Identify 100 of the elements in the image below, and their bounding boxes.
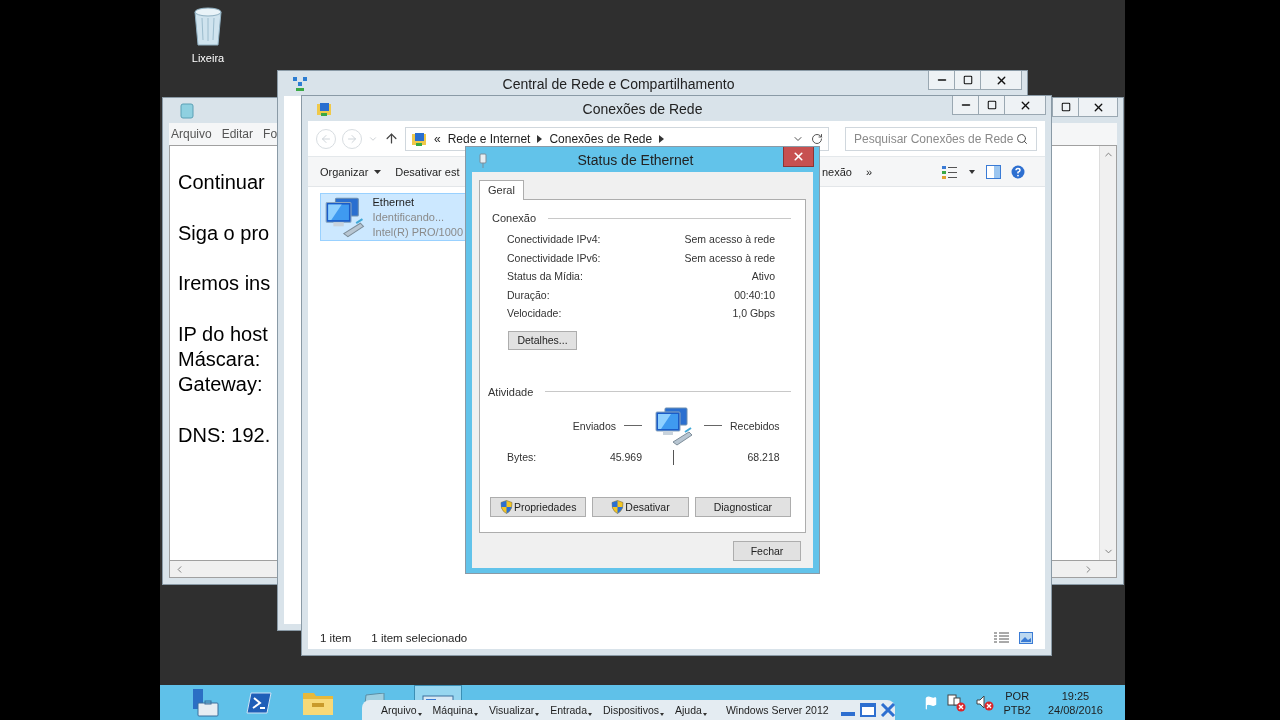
tab[interactable]: Geral (479, 180, 524, 200)
info-value: Ativo (751, 270, 775, 283)
menu-item[interactable]: Fo (263, 127, 278, 141)
network-error-icon[interactable] (947, 693, 968, 712)
caret-right-icon (537, 134, 543, 143)
minimize-button[interactable] (952, 96, 979, 115)
text-line: Continuar (178, 170, 265, 195)
window-title: Conexões de Rede (581, 100, 704, 117)
sent-label: Enviados (572, 419, 616, 432)
shield-icon (611, 499, 625, 514)
vm-menu-item[interactable]: Visualizar (488, 704, 540, 716)
menu-item[interactable]: Editar (221, 127, 254, 141)
close-dialog-button[interactable]: Fechar (733, 541, 801, 561)
maximize-button[interactable] (954, 71, 981, 90)
network-computers-icon (653, 405, 693, 446)
shield-icon (499, 499, 513, 514)
up-button[interactable] (384, 131, 399, 146)
details-button[interactable]: Detalhes... (508, 330, 577, 350)
plug-icon (478, 151, 488, 168)
text-line: Iremos ins (178, 271, 271, 297)
back-arrow-icon (320, 132, 332, 145)
received-label: Recebidos (730, 419, 780, 432)
breadcrumb-overflow[interactable]: « (434, 131, 441, 146)
caret-down-icon (374, 169, 382, 174)
help-icon[interactable] (1011, 164, 1025, 179)
close-button[interactable] (980, 71, 1022, 90)
preview-pane-icon[interactable] (986, 164, 1001, 179)
refresh-icon[interactable] (811, 132, 823, 145)
caret-right-icon (659, 134, 665, 143)
caret-down-icon (473, 713, 478, 716)
bytes-sent: 45.969 (609, 451, 642, 463)
info-label: Duração: (507, 288, 550, 301)
minimize-button[interactable] (928, 71, 955, 90)
speaker-muted-icon[interactable] (976, 694, 995, 711)
notepad-icon (179, 102, 195, 119)
info-value: 00:40:10 (734, 288, 775, 301)
search-field[interactable]: Pesquisar Conexões de Rede (845, 126, 1037, 151)
maximize-icon (962, 75, 973, 85)
recycle-bin-icon[interactable] (191, 4, 225, 46)
item-count: 1 item (320, 632, 352, 644)
breadcrumb-item[interactable]: Rede e Internet (447, 131, 531, 146)
info-value: Sem acesso à rede (684, 251, 775, 264)
clock[interactable]: 19:25 24/08/2016 (1047, 688, 1103, 717)
info-label: Velocidade: (507, 307, 562, 320)
maximize-icon (1060, 102, 1071, 112)
action-button[interactable]: Diagnosticar (694, 496, 791, 517)
vm-menu-item[interactable]: Dispositivos (603, 704, 665, 716)
close-icon[interactable] (879, 703, 896, 717)
group-heading: Conexão (492, 212, 537, 224)
breadcrumb-item[interactable]: Conexões de Rede (549, 131, 653, 146)
vm-menu-item[interactable]: Ajuda (675, 704, 707, 716)
action-button[interactable]: Propriedades (490, 496, 587, 517)
close-button[interactable] (1004, 96, 1046, 115)
language-indicator[interactable]: POR PTB2 (1003, 688, 1031, 717)
vm-menu-item[interactable]: Arquivo (381, 704, 422, 716)
connection-name: Ethernet (372, 194, 416, 210)
text-line: IP do host (178, 321, 268, 347)
view-options-icon[interactable] (942, 164, 976, 179)
info-label: Conectividade IPv4: (507, 233, 601, 246)
search-icon (1016, 132, 1028, 145)
info-value: 1,0 Gbps (732, 307, 775, 320)
text-line: Siga o pro (178, 220, 270, 246)
vm-name: Windows Server 2012 (725, 704, 829, 716)
desktop-icon-label: Lixeira (191, 52, 225, 64)
command-button[interactable]: Organizar (320, 165, 382, 178)
close-icon (792, 150, 805, 163)
action-button[interactable]: Desativar (592, 496, 689, 517)
info-label: Status da Mídia: (507, 270, 583, 283)
maximize-button[interactable] (1052, 98, 1079, 117)
connection-status: Identificando... (372, 209, 446, 225)
dialog-title: Status de Ethernet (576, 151, 695, 168)
caret-down-icon (702, 713, 707, 716)
text-line: DNS: 192. (178, 422, 271, 448)
vm-menu-item[interactable]: Entrada (550, 704, 592, 716)
caret-down-icon (660, 713, 665, 716)
network-computers-icon (323, 195, 365, 239)
command-button[interactable]: nexão (821, 165, 852, 178)
bytes-received: 68.218 (747, 451, 780, 463)
close-button[interactable] (783, 147, 814, 167)
info-value: Sem acesso à rede (684, 233, 775, 246)
connection-item[interactable]: Ethernet Identificando... Intel(R) PRO/1000 (320, 193, 466, 241)
vm-menu-item[interactable]: Máquina (432, 704, 478, 716)
command-button[interactable]: » (865, 165, 872, 178)
caret-down-icon (535, 713, 540, 716)
window-icon[interactable] (859, 703, 876, 717)
maximize-button[interactable] (978, 96, 1005, 115)
bytes-label: Bytes: (507, 451, 537, 463)
selection-count: 1 item selecionado (371, 632, 468, 644)
window-title: Central de Rede e Compartilhamento (501, 75, 736, 92)
command-button[interactable]: Desativar est (395, 165, 460, 178)
large-icons-view-icon[interactable] (1019, 632, 1033, 644)
close-button[interactable] (1078, 98, 1118, 117)
text-line: Máscara: (178, 347, 261, 373)
group-heading: Atividade (488, 385, 534, 398)
folder-network-icon (411, 130, 427, 147)
caret-down-icon (588, 713, 592, 716)
adapter-name: Intel(R) PRO/1000 (372, 224, 463, 240)
forward-arrow-icon (346, 132, 358, 145)
caret-down-icon (417, 713, 422, 716)
menu-item[interactable]: Arquivo (171, 127, 212, 141)
